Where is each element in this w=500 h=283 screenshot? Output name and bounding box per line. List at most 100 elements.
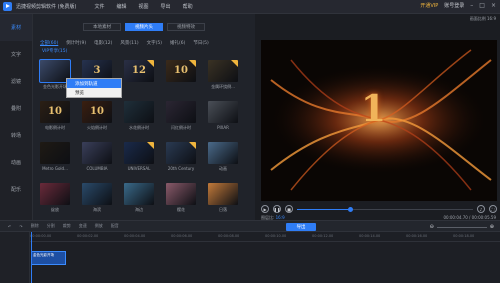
template-tile[interactable]: COLUMBIA xyxy=(82,142,112,171)
template-tile[interactable]: UNIVERSAL xyxy=(124,142,154,171)
template-tile[interactable]: 水花倒计时 xyxy=(124,101,154,131)
menu-help[interactable]: 帮助 xyxy=(183,3,193,10)
zoom-out-icon[interactable]: ⊖ xyxy=(430,224,434,230)
tab-video-effects[interactable]: 视频特效 xyxy=(167,23,205,31)
template-thumbnail[interactable] xyxy=(40,142,70,164)
zoom-slider[interactable] xyxy=(436,226,487,228)
template-thumbnail[interactable] xyxy=(166,101,196,123)
zoom-in-icon[interactable]: ⊕ xyxy=(490,224,494,230)
template-thumbnail[interactable] xyxy=(166,183,196,205)
template-tile[interactable]: 樱花 xyxy=(166,183,196,213)
nav-media[interactable]: 素材 xyxy=(0,14,32,41)
export-button[interactable]: 导出 xyxy=(286,223,316,231)
template-tile[interactable]: 绽放 xyxy=(40,183,70,213)
progress-handle[interactable] xyxy=(347,206,353,212)
nav-music[interactable]: 配乐 xyxy=(0,176,32,203)
ruler-tick-label: 00:00:10.00 xyxy=(265,234,287,238)
template-thumbnail[interactable]: 12 xyxy=(124,60,154,82)
context-add-to-track[interactable]: 添加到轨道 xyxy=(67,79,121,88)
template-thumbnail[interactable] xyxy=(208,183,238,205)
template-label: 绽放 xyxy=(51,207,59,212)
template-tile[interactable]: 海边 xyxy=(124,183,154,213)
category-scenery[interactable]: 风景(11) xyxy=(120,40,138,46)
category-text[interactable]: 文字(5) xyxy=(147,40,162,46)
template-thumbnail[interactable] xyxy=(124,142,154,164)
template-label: 樱花 xyxy=(177,207,185,212)
tab-local-media[interactable]: 本地素材 xyxy=(83,23,121,31)
template-thumbnail[interactable] xyxy=(82,142,112,164)
stop-icon[interactable]: ■ xyxy=(285,205,293,213)
speed-button[interactable]: 变速 xyxy=(79,223,87,229)
pause-icon[interactable]: ❚❚ xyxy=(273,205,281,213)
menu-file[interactable]: 文件 xyxy=(95,3,105,10)
minimize-icon[interactable]: – xyxy=(470,2,473,9)
reverse-button[interactable]: 倒放 xyxy=(95,223,103,229)
template-tile[interactable]: 动画 xyxy=(208,142,238,172)
nav-overlay[interactable]: 叠附 xyxy=(0,95,32,122)
template-tile[interactable]: 10 电影倒计时 xyxy=(40,101,70,131)
timeline-clip[interactable]: 金色光影开场 xyxy=(31,251,66,265)
subcategory-vip[interactable]: VIP专享(15) xyxy=(42,48,67,54)
nav-animation[interactable]: 动画 xyxy=(0,149,32,176)
category-countdown[interactable]: 倒计时(9) xyxy=(66,40,86,46)
template-thumbnail[interactable]: 10 xyxy=(166,60,196,82)
template-label: 日落 xyxy=(219,207,227,212)
crop-button[interactable]: 裁剪 xyxy=(63,223,71,229)
template-tile[interactable]: PIXAR xyxy=(208,101,238,130)
template-thumbnail[interactable]: 10 xyxy=(82,101,112,123)
tab-video-intro[interactable]: 视频片头 xyxy=(125,23,163,31)
category-wedding[interactable]: 婚礼(6) xyxy=(170,40,185,46)
split-button[interactable]: 分割 xyxy=(47,223,55,229)
template-tile[interactable]: 10 火焰倒计时 xyxy=(82,101,112,131)
category-all[interactable]: 全部(60) xyxy=(40,40,58,46)
template-tile[interactable]: 10 xyxy=(166,60,196,84)
vip-button[interactable]: 开通VIP xyxy=(420,2,438,9)
aspect-ratio-label[interactable]: 画面比例 16:9 xyxy=(470,16,496,22)
menu-export[interactable]: 导出 xyxy=(161,3,171,10)
template-tile[interactable]: 闪红倒计时 xyxy=(166,101,196,131)
menu-edit[interactable]: 编辑 xyxy=(117,3,127,10)
template-thumbnail[interactable] xyxy=(124,101,154,123)
maximize-icon[interactable]: □ xyxy=(479,2,485,9)
account-button[interactable]: 账号登录 xyxy=(444,2,464,9)
delete-button[interactable]: 删除 xyxy=(31,223,39,229)
template-thumbnail[interactable] xyxy=(208,60,238,82)
template-tile[interactable]: 12 xyxy=(124,60,154,84)
category-movie[interactable]: 电影(12) xyxy=(94,40,112,46)
voiceover-button[interactable]: 配音 xyxy=(111,223,119,229)
template-thumbnail[interactable] xyxy=(208,142,238,164)
template-tile[interactable]: 海滨 xyxy=(82,183,112,213)
close-icon[interactable]: × xyxy=(491,2,496,9)
playhead[interactable] xyxy=(31,232,32,283)
template-label: 闪红倒计时 xyxy=(171,125,191,130)
menu-view[interactable]: 视图 xyxy=(139,3,149,10)
ruler-tick-label: 00:00:06.00 xyxy=(171,234,193,238)
template-tile[interactable]: Metro Gold... xyxy=(40,142,70,171)
time-ruler[interactable]: 00:00:00.00 00:00:02.00 00:00:04.00 00:00:0… xyxy=(30,232,500,242)
play-icon[interactable]: ▶ xyxy=(261,205,269,213)
template-tile[interactable]: 日落 xyxy=(208,183,238,213)
redo-button[interactable]: ↷ xyxy=(19,224,22,229)
template-thumbnail[interactable] xyxy=(124,183,154,205)
countdown-number: 1 xyxy=(361,88,387,130)
nav-text[interactable]: 文字 xyxy=(0,41,32,68)
template-number: 10 xyxy=(48,106,62,117)
fullscreen-icon[interactable]: ⛶ xyxy=(489,205,497,213)
context-preview[interactable]: 预览 xyxy=(67,88,121,97)
template-tile[interactable]: 金属环绕倒... xyxy=(208,60,238,90)
template-thumbnail[interactable] xyxy=(166,142,196,164)
vip-corner-icon xyxy=(189,60,196,67)
template-label: 动画 xyxy=(219,166,227,171)
nav-filter[interactable]: 滤镜 xyxy=(0,68,32,95)
nav-transition[interactable]: 转场 xyxy=(0,122,32,149)
category-festival[interactable]: 节日(5) xyxy=(193,40,208,46)
template-label: 水花倒计时 xyxy=(129,125,149,130)
template-thumbnail[interactable] xyxy=(40,183,70,205)
undo-button[interactable]: ↶ xyxy=(8,224,11,229)
volume-icon[interactable]: ♪ xyxy=(477,205,485,213)
playback-progress[interactable] xyxy=(297,206,473,212)
template-thumbnail[interactable] xyxy=(208,101,238,123)
template-tile[interactable]: 20th Century xyxy=(166,142,196,171)
template-thumbnail[interactable] xyxy=(82,183,112,205)
template-thumbnail[interactable]: 10 xyxy=(40,101,70,123)
